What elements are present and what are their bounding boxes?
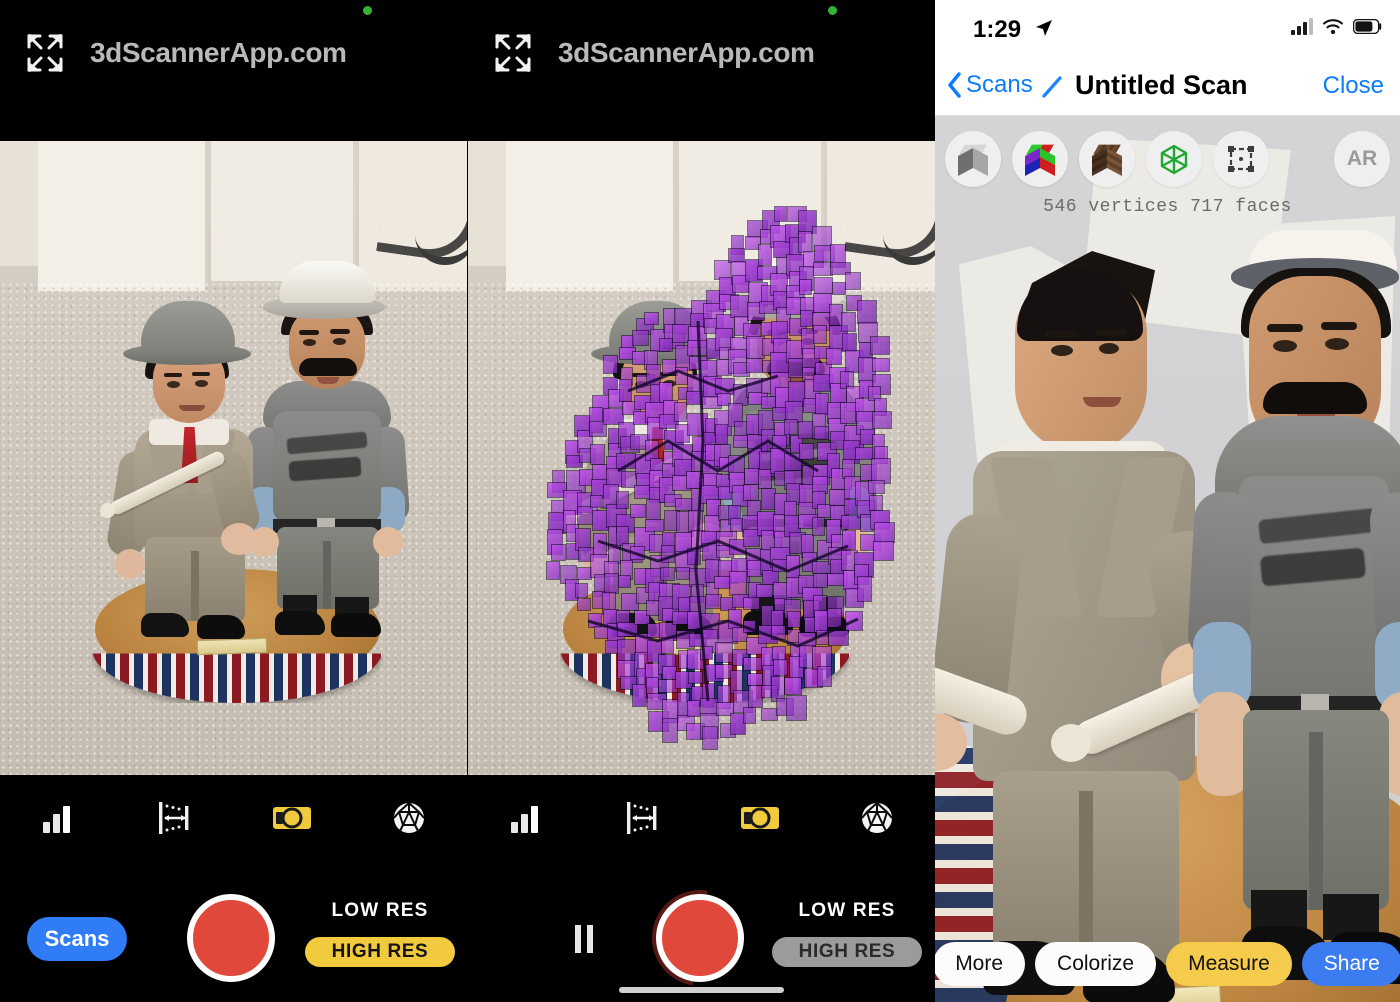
resolution-toggle-left: LOW RES HIGH RES bbox=[305, 900, 455, 967]
recording-indicator-dot-left bbox=[363, 6, 372, 15]
scans-button[interactable]: Scans bbox=[27, 917, 127, 961]
phone-screen: 1:29 Scans Untitled Scan Close AR 546 ve… bbox=[935, 0, 1400, 1002]
mesh-statistics: 546 vertices 717 faces bbox=[1043, 197, 1292, 217]
bounding-box-icon[interactable] bbox=[1213, 131, 1269, 187]
page-title: Untitled Scan bbox=[1075, 70, 1248, 100]
app-root: 3dScannerApp.com 3dScannerApp.com Scans … bbox=[0, 0, 1400, 1002]
navigation-bar: Scans Untitled Scan Close bbox=[935, 58, 1400, 116]
textured-cube-icon[interactable] bbox=[1079, 131, 1135, 187]
solid-cube-icon[interactable] bbox=[945, 131, 1001, 187]
expand-arrows-icon-2[interactable] bbox=[490, 30, 536, 76]
resolution-bars-icon[interactable] bbox=[36, 796, 80, 840]
share-button[interactable]: Share bbox=[1301, 942, 1400, 986]
low-res-option-right[interactable]: LOW RES bbox=[772, 900, 922, 922]
colored-cube-icon[interactable] bbox=[1012, 131, 1068, 187]
resolution-bars-icon-2[interactable] bbox=[504, 796, 548, 840]
watermark-text-right: 3dScannerApp.com bbox=[558, 37, 815, 68]
high-res-option-right[interactable]: HIGH RES bbox=[772, 937, 922, 967]
wireframe-cube-icon[interactable] bbox=[1146, 131, 1202, 187]
recording-indicator-dot-right bbox=[828, 6, 837, 15]
depth-range-icon-2[interactable] bbox=[621, 796, 665, 840]
tool-icon-row-left bbox=[0, 787, 467, 849]
home-indicator bbox=[619, 987, 784, 993]
tool-icon-row-right bbox=[468, 787, 935, 849]
scanned-3d-model bbox=[935, 116, 1400, 1002]
watermark-group-right: 3dScannerApp.com bbox=[490, 30, 815, 76]
expand-arrows-icon[interactable] bbox=[22, 30, 68, 76]
low-res-option-left[interactable]: LOW RES bbox=[305, 900, 455, 922]
depth-mesh-viewport[interactable] bbox=[468, 141, 935, 775]
resolution-toggle-right: LOW RES HIGH RES bbox=[772, 900, 922, 967]
ar-button[interactable]: AR bbox=[1334, 131, 1390, 187]
location-arrow-icon bbox=[1036, 20, 1052, 36]
scanner-control-bar: Scans bbox=[0, 775, 935, 1002]
figurine-scene-photo bbox=[0, 141, 467, 775]
status-bar: 1:29 bbox=[935, 0, 1400, 58]
scanner-capture-screen: 3dScannerApp.com 3dScannerApp.com Scans … bbox=[0, 0, 935, 1002]
capture-viewports bbox=[0, 141, 935, 775]
mesh-sphere-icon[interactable] bbox=[387, 796, 431, 840]
model-viewer[interactable]: AR 546 vertices 717 faces More Colorize … bbox=[935, 116, 1400, 1002]
cellular-signal-icon bbox=[1291, 17, 1313, 35]
status-time: 1:29 bbox=[973, 16, 1022, 43]
depth-range-icon[interactable] bbox=[153, 796, 197, 840]
watermark-bar: 3dScannerApp.com 3dScannerApp.com bbox=[0, 0, 935, 145]
view-mode-toolbar: AR bbox=[935, 128, 1400, 190]
more-button[interactable]: More bbox=[935, 942, 1026, 986]
back-label: Scans bbox=[966, 71, 1033, 98]
camera-viewport[interactable] bbox=[0, 141, 467, 775]
watermark-group-left: 3dScannerApp.com bbox=[22, 30, 347, 76]
close-button[interactable]: Close bbox=[1323, 72, 1384, 100]
camera-exposure-icon-2[interactable] bbox=[738, 796, 782, 840]
back-to-scans-button[interactable]: Scans bbox=[947, 71, 1033, 99]
status-icons bbox=[1291, 17, 1382, 35]
measure-button[interactable]: Measure bbox=[1166, 942, 1292, 986]
watermark-text-left: 3dScannerApp.com bbox=[90, 37, 347, 68]
figurine-scene-photo-2 bbox=[468, 141, 935, 775]
high-res-option-left[interactable]: HIGH RES bbox=[305, 937, 455, 967]
record-button-left[interactable] bbox=[187, 894, 275, 982]
colorize-button[interactable]: Colorize bbox=[1035, 942, 1157, 986]
battery-icon bbox=[1353, 19, 1382, 34]
pencil-edit-icon[interactable] bbox=[1040, 75, 1064, 99]
mesh-sphere-icon-2[interactable] bbox=[855, 796, 899, 840]
action-button-row: More Colorize Measure Share bbox=[935, 942, 1400, 986]
camera-exposure-icon[interactable] bbox=[270, 796, 314, 840]
wifi-icon bbox=[1322, 19, 1344, 35]
pause-button[interactable] bbox=[575, 925, 595, 953]
chevron-left-icon bbox=[948, 72, 961, 98]
record-button-right[interactable] bbox=[656, 894, 744, 982]
